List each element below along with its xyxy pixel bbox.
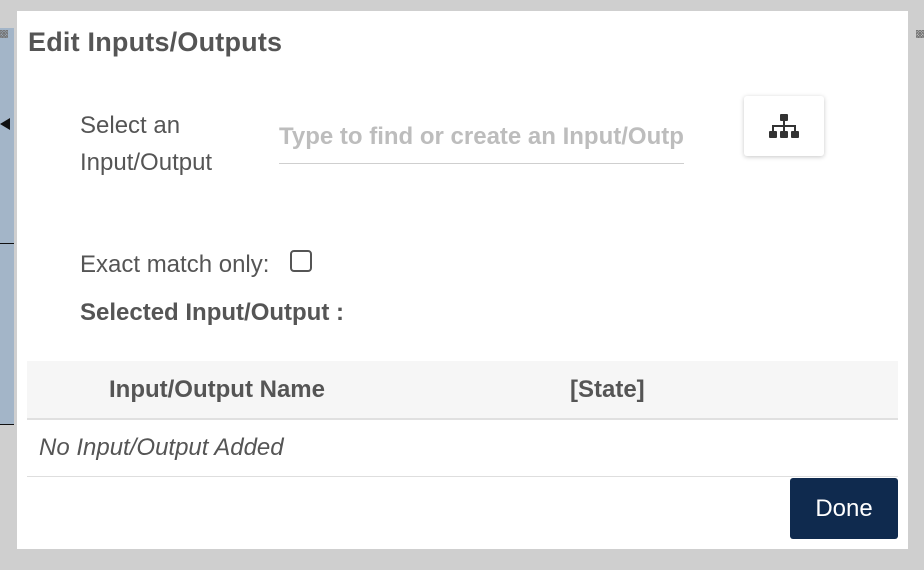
table-header: Input/Output Name [State] [27, 361, 898, 420]
input-output-table: Input/Output Name [State] No Input/Outpu… [27, 361, 898, 477]
table-empty-row: No Input/Output Added [27, 420, 898, 477]
column-header-name[interactable]: Input/Output Name [109, 376, 325, 404]
collapse-arrow-icon [0, 118, 10, 130]
sitemap-icon [769, 114, 799, 138]
selected-input-output-label: Selected Input/Output : [80, 299, 344, 326]
exact-match-checkbox[interactable] [290, 250, 312, 272]
input-output-search-input[interactable] [279, 111, 684, 164]
background-divider [0, 424, 14, 425]
empty-table-message: No Input/Output Added [39, 434, 284, 461]
background-panel-strip [0, 28, 14, 424]
resize-grip-icon[interactable] [0, 30, 8, 38]
select-input-output-label: Select an Input/Output [80, 112, 213, 176]
resize-grip-icon[interactable] [916, 30, 924, 38]
hierarchy-view-button[interactable] [744, 96, 824, 156]
edit-inputs-outputs-dialog: Edit Inputs/Outputs Select an Input/Outp… [17, 11, 908, 549]
dialog-title: Edit Inputs/Outputs [28, 27, 283, 57]
exact-match-label: Exact match only: [80, 251, 270, 278]
column-header-state[interactable]: [State] [570, 376, 645, 404]
done-button[interactable]: Done [790, 478, 898, 539]
background-divider [0, 243, 14, 244]
